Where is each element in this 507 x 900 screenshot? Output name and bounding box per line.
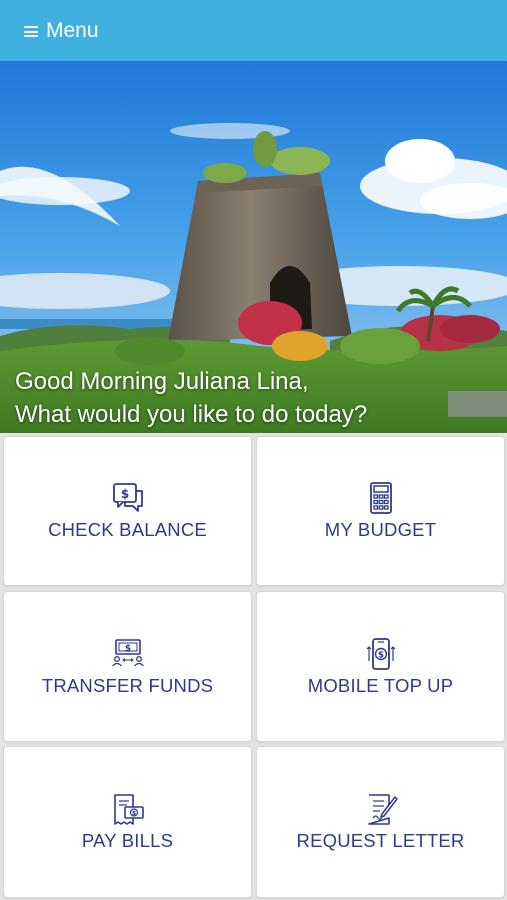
pay-bills-label: PAY BILLS	[81, 830, 174, 851]
top-bar: Menu	[0, 0, 507, 61]
svg-text:$: $	[377, 650, 383, 660]
hamburger-icon	[24, 26, 38, 37]
transfer-icon: $	[111, 638, 144, 666]
action-grid: $ CHECK BALANCE MY BUDGET $ TRANSFER FUN…	[0, 433, 507, 900]
mobile-topup-icon: $	[366, 637, 395, 670]
mobile-top-up-label: MOBILE TOP UP	[307, 674, 454, 696]
svg-text:$: $	[124, 644, 130, 654]
svg-text:$: $	[120, 487, 128, 501]
svg-text:$: $	[131, 809, 136, 817]
greeting-line-1: Good Morning Juliana Lina,	[15, 368, 309, 395]
request-letter-button[interactable]: REQUEST LETTER	[256, 746, 505, 898]
menu-label: Menu	[46, 18, 99, 42]
balance-chat-icon: $	[112, 483, 143, 512]
my-budget-button[interactable]: MY BUDGET	[256, 436, 505, 586]
pay-bills-button[interactable]: $ PAY BILLS	[3, 746, 252, 898]
request-letter-label: REQUEST LETTER	[296, 830, 465, 851]
calculator-icon	[369, 482, 392, 514]
hero-banner: Good Morning Juliana Lina, What would yo…	[0, 61, 507, 433]
bill-icon: $	[113, 794, 144, 825]
greeting-line-2: What would you like to do today?	[15, 401, 368, 428]
transfer-funds-button[interactable]: $ TRANSFER FUNDS	[3, 591, 252, 742]
mobile-top-up-button[interactable]: $ MOBILE TOP UP	[256, 591, 505, 742]
my-budget-label: MY BUDGET	[324, 519, 437, 540]
transfer-funds-label: TRANSFER FUNDS	[41, 674, 214, 696]
check-balance-button[interactable]: $ CHECK BALANCE	[3, 436, 252, 586]
menu-button[interactable]: Menu	[24, 19, 99, 43]
letter-icon	[367, 794, 398, 825]
check-balance-label: CHECK BALANCE	[48, 519, 207, 540]
greeting-text: Good Morning Juliana Lina, What would yo…	[15, 365, 367, 431]
